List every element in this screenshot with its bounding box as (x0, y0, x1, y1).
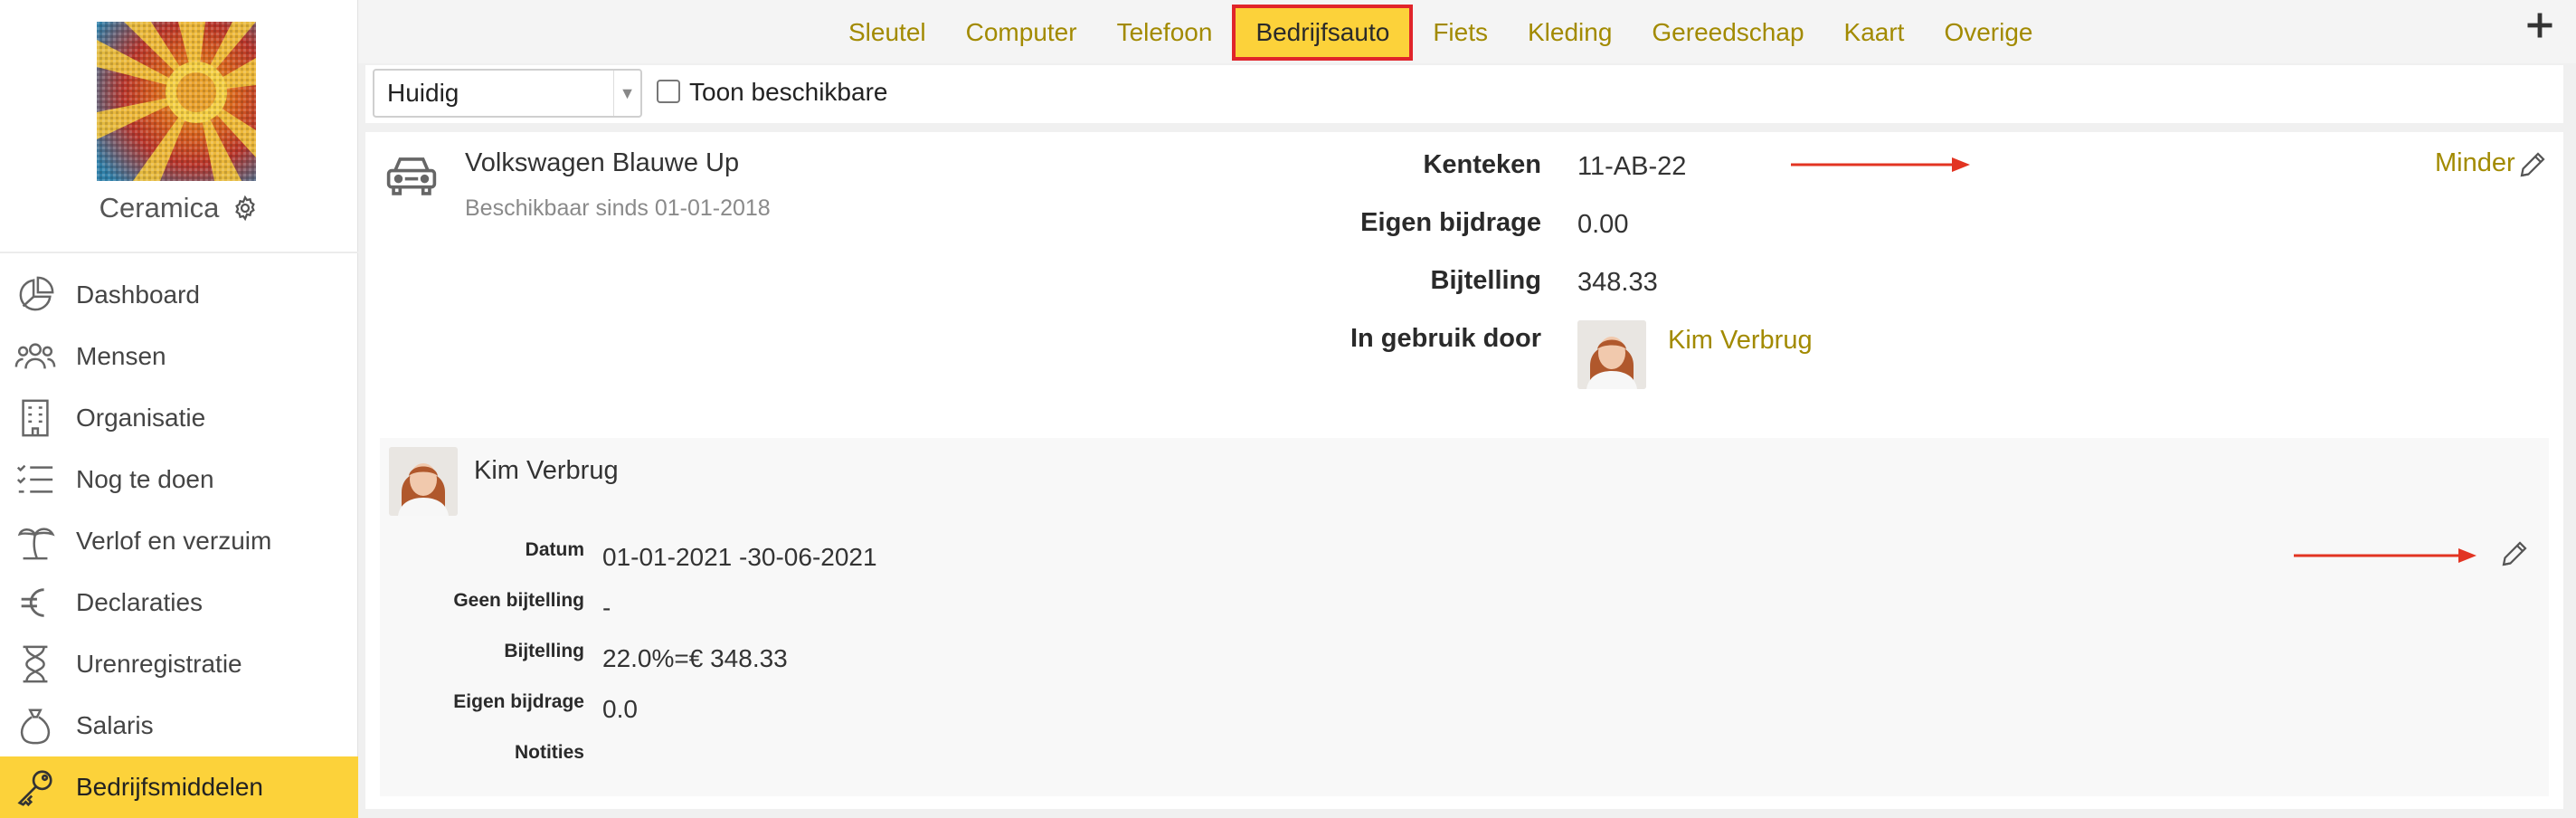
show-available-checkbox[interactable] (657, 80, 680, 103)
key-icon (14, 766, 56, 808)
asset-name: Volkswagen Blauwe Up (465, 148, 740, 177)
money-bag-icon (14, 705, 56, 747)
avatar (389, 447, 458, 516)
detail-value-kenteken: 11-AB-22 (1577, 152, 1687, 181)
collapse-toggle-link[interactable]: Minder (2435, 148, 2515, 178)
sidebar-item-label: Declaraties (76, 588, 204, 616)
detail-value-eigen-bijdrage: 0.00 (1577, 210, 1629, 239)
history-label-geen-bijtelling: Geen bijtelling (453, 590, 584, 611)
asset-user-link[interactable]: Kim Verbrug (1668, 326, 1813, 356)
sidebar-item-declaraties[interactable]: Declaraties (0, 572, 358, 633)
sidebar-item-label: Verlof en verzuim (76, 527, 272, 555)
asset-available-since: Beschikbaar sinds 01-01-2018 (465, 195, 771, 221)
sidebar-item-verlof-en-verzuim[interactable]: Verlof en verzuim (0, 510, 358, 572)
sidebar-item-label: Salaris (76, 711, 154, 739)
filter-bar: Huidig ▼ Toon beschikbare (365, 65, 2563, 123)
hourglass-icon (14, 643, 56, 685)
arrow-right-icon (1791, 157, 1970, 172)
chevron-down-icon: ▼ (613, 71, 640, 116)
detail-label-in-gebruik-door: In gebruik door (1350, 324, 1541, 353)
sidebar-item-label: Bedrijfsmiddelen (76, 773, 263, 801)
sidebar-item-label: Mensen (76, 342, 166, 370)
sidebar-item-bedrijfsmiddelen[interactable]: Bedrijfsmiddelen (0, 756, 358, 818)
tab-sleutel[interactable]: Sleutel (829, 5, 946, 61)
history-label-eigen-bijdrage: Eigen bijdrage (453, 691, 584, 712)
sidebar-item-mensen[interactable]: Mensen (0, 326, 358, 387)
sidebar-divider (0, 252, 358, 253)
sidebar-item-nog-te-doen[interactable]: Nog te doen (0, 449, 358, 510)
history-value-datum: 01-01-2021 -30-06-2021 (602, 543, 877, 571)
sidebar-item-dashboard[interactable]: Dashboard (0, 264, 358, 326)
tab-computer[interactable]: Computer (946, 5, 1097, 61)
pie-chart-icon (14, 274, 56, 316)
period-select-value: Huidig (387, 79, 459, 107)
show-available-label[interactable]: Toon beschikbare (689, 78, 887, 107)
tab-gereedschap[interactable]: Gereedschap (1632, 5, 1823, 61)
detail-label-kenteken: Kenteken (1423, 150, 1541, 179)
palm-tree-icon (14, 520, 56, 562)
asset-type-tabbar: Sleutel Computer Telefoon Bedrijfsauto F… (358, 0, 2576, 63)
asset-type-tabs: Sleutel Computer Telefoon Bedrijfsauto F… (829, 5, 2053, 61)
tab-telefoon[interactable]: Telefoon (1097, 5, 1233, 61)
history-user-name: Kim Verbrug (474, 456, 619, 485)
company-name: Ceramica (99, 192, 220, 224)
euro-icon (14, 582, 56, 623)
sidebar-nav: Dashboard Mensen Organisatie Nog te doen… (0, 264, 358, 818)
building-icon (14, 397, 56, 439)
company-header: Ceramica (0, 192, 358, 224)
history-label-notities: Notities (514, 742, 584, 763)
edit-pencil-icon[interactable] (2498, 537, 2531, 570)
assignment-history: Kim Verbrug Datum 01-01-2021 -30-06-2021… (380, 438, 2549, 796)
company-logo (97, 22, 256, 181)
checklist-icon (14, 459, 56, 500)
avatar[interactable] (1577, 320, 1646, 389)
period-select[interactable]: Huidig ▼ (373, 69, 642, 118)
tab-overige[interactable]: Overige (1924, 5, 2052, 61)
history-value-eigen-bijdrage: 0.0 (602, 695, 638, 723)
gear-icon[interactable] (232, 195, 259, 222)
tab-kleding[interactable]: Kleding (1508, 5, 1632, 61)
tab-fiets[interactable]: Fiets (1413, 5, 1508, 61)
detail-label-bijtelling: Bijtelling (1430, 266, 1541, 295)
sidebar-item-label: Organisatie (76, 404, 206, 432)
sidebar-item-label: Nog te doen (76, 465, 214, 493)
edit-pencil-icon[interactable] (2516, 148, 2549, 181)
sidebar-item-label: Dashboard (76, 281, 200, 309)
detail-value-bijtelling: 348.33 (1577, 268, 1658, 297)
sidebar-item-urenregistratie[interactable]: Urenregistratie (0, 633, 358, 695)
arrow-right-icon (2294, 548, 2477, 563)
sidebar-item-organisatie[interactable]: Organisatie (0, 387, 358, 449)
tab-bedrijfsauto[interactable]: Bedrijfsauto (1232, 5, 1414, 61)
history-label-datum: Datum (525, 539, 584, 560)
car-icon (386, 157, 437, 195)
people-icon (14, 336, 56, 377)
history-value-bijtelling: 22.0%=€ 348.33 (602, 644, 788, 672)
detail-label-eigen-bijdrage: Eigen bijdrage (1360, 208, 1541, 237)
sidebar-item-label: Urenregistratie (76, 650, 242, 678)
sidebar: Ceramica Dashboard Mensen Organisatie No… (0, 0, 358, 818)
add-icon[interactable] (2524, 9, 2556, 42)
history-label-bijtelling: Bijtelling (504, 641, 584, 661)
tab-kaart[interactable]: Kaart (1824, 5, 1925, 61)
sidebar-item-salaris[interactable]: Salaris (0, 695, 358, 756)
history-value-geen-bijtelling: - (602, 594, 611, 622)
asset-card: Volkswagen Blauwe Up Beschikbaar sinds 0… (365, 132, 2563, 809)
